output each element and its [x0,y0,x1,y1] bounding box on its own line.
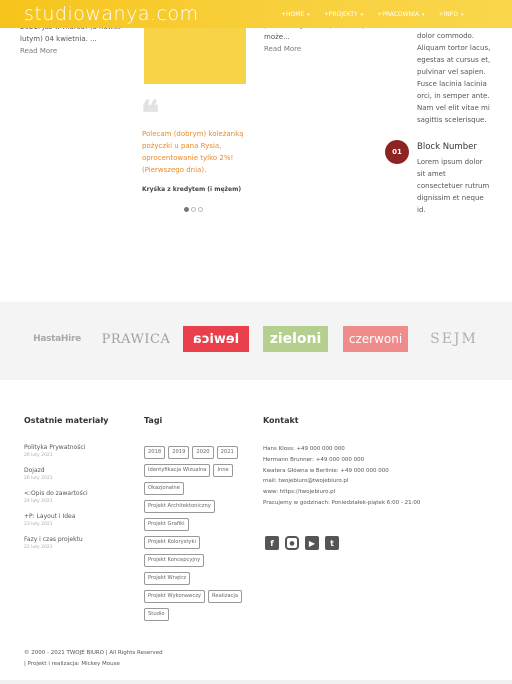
contact-website[interactable]: www: https://twojebiuro.pl [263,487,463,498]
tag-link[interactable]: 2021 [216,446,238,459]
top-navbar: studiowanya.com +HOME ▾ +PROJEKTY ▾ +PRACO… [0,0,512,28]
read-more-link[interactable]: Read More [20,46,128,58]
recent-heading: Ostatnie materiały [24,416,109,425]
tag-link[interactable]: 2018 [144,446,166,459]
nav-label: +INFO [438,11,458,18]
twitter-icon[interactable]: t [325,536,339,550]
tags-heading: Tagi [144,416,163,425]
recent-date: 23 luty 2021 [24,522,53,527]
credits-line: | Projekt i realizacja: Mickey Mouse [24,660,120,667]
contact-line: Hans Kloss: +49 000 000 000 [263,446,345,452]
list-item[interactable]: Polityka Prywatności 26 luty 2021 [24,443,124,459]
quote-icon: ❝ [141,94,160,134]
tag-link[interactable]: Identyfikacja Wizualna [144,464,211,477]
list-item[interactable]: Dojazd 26 luty 2021 [24,466,124,482]
carousel-dots [184,207,203,212]
footer-divider [0,680,512,684]
brand-logo-czerwoni[interactable]: czerwoni [343,326,408,352]
tag-link[interactable]: 2020 [192,446,214,459]
recent-date: 26 luty 2021 [24,453,53,458]
main-nav: +HOME ▾ +PROJEKTY ▾ +PRACOWNIA ▾ +INFO ▾ [281,11,463,18]
chevron-down-icon: ▾ [421,12,425,18]
brand-logo-sejm[interactable]: SEJM [428,326,480,352]
copyright-line: © 2000 - 2021 TWOJE BIURO | All Rights R… [24,650,163,656]
recent-list: Polityka Prywatności 26 luty 2021 Dojazd… [24,443,124,558]
copyright: © 2000 - 2021 TWOJE BIURO | All Rights R… [24,648,163,669]
number-badge: 01 [385,140,409,164]
tag-link[interactable]: Inne [213,464,233,477]
list-item[interactable]: +P: Layout i Idea 23 luty 2021 [24,512,124,528]
list-item[interactable]: <:Opis do zawartości 24 luty 2021 [24,489,124,505]
brand-logo-hastahire[interactable]: HastaHire [26,326,88,352]
list-item[interactable]: Fazy i czas projektu 22 luty 2021 [24,535,124,551]
tag-cloud: 2018 2019 2020 2021 Identyfikacja Wizual… [144,446,244,624]
contact-hours: Pracujemy w godzinach: Poniedziałek-piąt… [263,499,421,506]
nav-item-home[interactable]: +HOME ▾ [281,11,310,18]
recent-title[interactable]: <:Opis do zawartości [24,489,124,498]
facebook-icon[interactable]: f [265,536,279,550]
carousel-dot[interactable] [184,207,189,212]
recent-date: 26 luty 2021 [24,476,53,481]
recent-title[interactable]: +P: Layout i Idea [24,512,124,521]
brand-logo-lewica[interactable]: lewica [183,326,249,352]
tag-link[interactable]: Projekt Architektoniczny [144,500,215,513]
tag-link[interactable]: Studio [144,608,169,621]
block-title: Block Number [417,142,477,152]
contact-email[interactable]: mail: twojebiuro@twojebiuro.pl [263,476,463,487]
recent-date: 24 luty 2021 [24,499,53,504]
recent-title[interactable]: Fazy i czas projektu [24,535,124,544]
testimonial-text: Polecam (dobrym) koleżanką pożyczki u pa… [142,130,244,174]
tag-link[interactable]: Projekt Koncepcyjny [144,554,205,567]
carousel-dot[interactable] [191,207,196,212]
carousel-dot[interactable] [198,207,203,212]
tag-link[interactable]: Okazjonalne [144,482,184,495]
brand-logo-prawica[interactable]: PRAWICA [102,326,170,352]
chevron-down-icon: ▾ [307,12,310,18]
block-text: Lorem ipsum dolor sit amet consectetuer … [417,158,490,214]
instagram-icon[interactable]: ● [285,536,299,550]
nav-label: +HOME [281,11,305,18]
tag-link[interactable]: Projekt Wykonawczy [144,590,206,603]
nav-item-pracownia[interactable]: +PRACOWNIA ▾ [377,11,424,18]
nav-label: +PROJEKTY [323,11,358,18]
brand-logo-zieloni[interactable]: zieloni [263,326,328,352]
recent-title[interactable]: Dojazd [24,466,124,475]
tag-link[interactable]: Projekt Kolorystyki [144,536,200,549]
nav-label: +PRACOWNIA [377,11,419,18]
recent-date: 22 luty 2021 [24,545,53,550]
read-more-link[interactable]: Read More [264,44,380,56]
tag-link[interactable]: 2019 [168,446,190,459]
contact-info: Hans Kloss: +49 000 000 000 Hermann Brun… [263,444,463,509]
social-links: f ● ▶ t [265,536,339,550]
tag-link[interactable]: Projekt Grafiki [144,518,189,531]
chevron-down-icon: ▾ [360,12,364,18]
post-excerpt-4: dolor commodo. Aliquam tortor lacus, ege… [417,32,491,124]
chevron-down-icon: ▾ [460,12,464,18]
nav-item-info[interactable]: +INFO ▾ [438,11,463,18]
tag-link[interactable]: Realizacja [208,590,243,603]
nav-item-projekty[interactable]: +PROJEKTY ▾ [324,11,363,18]
site-logo[interactable]: studiowanya.com [24,3,199,25]
tag-link[interactable]: Projekt Wnętrz [144,572,191,585]
contact-line: Hermann Brunner: +49 000 000 000 [263,456,365,463]
contact-line: Kwatera Główna w Berlinie: +49 000 000 0… [263,467,389,474]
contact-heading: Kontakt [263,416,299,425]
testimonial-author: Kryśka z kredytem (i mężem) [142,186,242,193]
youtube-icon[interactable]: ▶ [305,536,319,550]
recent-title[interactable]: Polityka Prywatności [24,443,124,452]
